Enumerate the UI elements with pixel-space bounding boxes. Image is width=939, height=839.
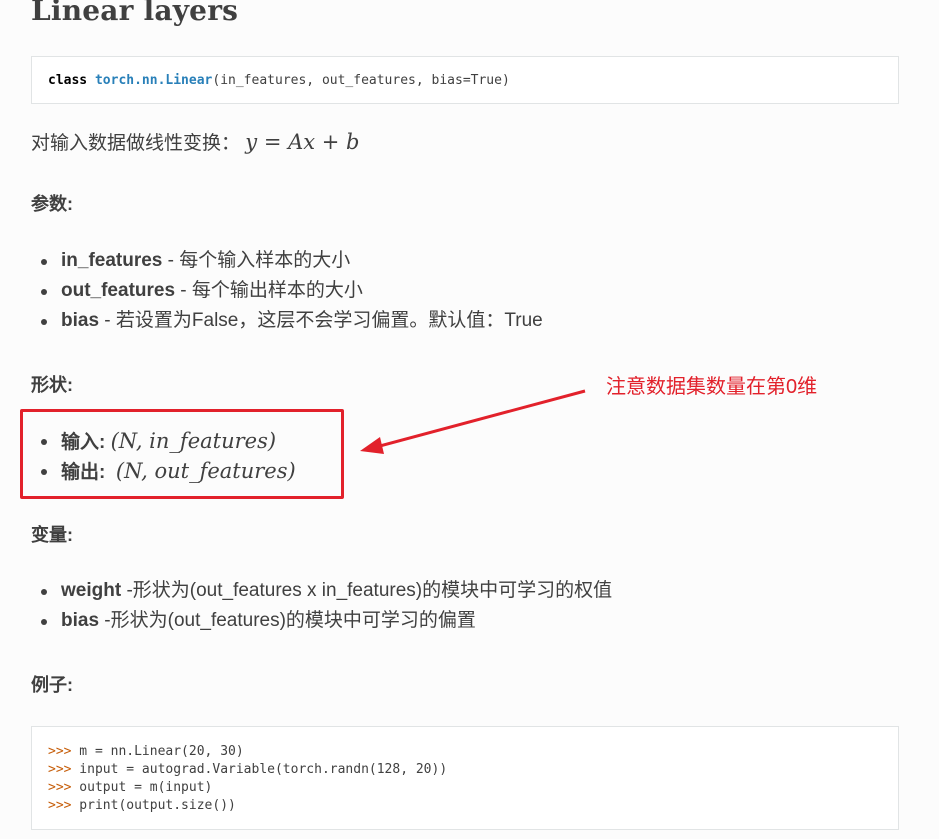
description: 对输入数据做线性变换： y = Ax + b xyxy=(31,128,360,155)
arrow-shaft xyxy=(375,389,586,449)
code-text: print(output.size()) xyxy=(71,798,236,813)
variable-name: bias xyxy=(61,610,100,631)
variables-list: weight -形状为(out_features x in_features)的… xyxy=(31,576,612,636)
param-name: in_features xyxy=(61,250,163,271)
variable-desc: -形状为(out_features x in_features)的模块中可学习的… xyxy=(121,580,613,601)
variable-name: weight xyxy=(61,580,122,601)
page-title: Linear layers xyxy=(31,0,239,27)
code-text: m = nn.Linear(20, 30) xyxy=(71,744,244,759)
list-item: weight -形状为(out_features x in_features)的… xyxy=(31,576,612,606)
code-line: >>> output = m(input) xyxy=(48,779,882,797)
class-signature: class torch.nn.Linear(in_features, out_f… xyxy=(31,56,899,104)
signature-name: torch.nn.Linear xyxy=(94,73,213,88)
param-name: bias xyxy=(61,310,100,331)
params-heading: 参数: xyxy=(31,194,73,214)
param-desc: - 每个输入样本的大小 xyxy=(162,250,351,271)
param-name: out_features xyxy=(61,280,176,301)
highlight-box xyxy=(20,409,344,499)
code-prompt: >>> xyxy=(48,744,72,759)
description-text: 对输入数据做线性变换： xyxy=(31,133,241,154)
description-formula: y = Ax + b xyxy=(245,130,360,154)
signature-keyword: class xyxy=(48,73,88,88)
example-heading: 例子: xyxy=(31,675,73,695)
code-text: input = autograd.Variable(torch.randn(12… xyxy=(71,762,448,777)
code-line: >>> input = autograd.Variable(torch.rand… xyxy=(48,761,882,779)
code-line: >>> print(output.size()) xyxy=(48,797,882,815)
code-line: >>> m = nn.Linear(20, 30) xyxy=(48,743,882,761)
vars-heading: 变量: xyxy=(31,525,73,545)
code-prompt: >>> xyxy=(48,798,72,813)
param-desc: - 每个输出样本的大小 xyxy=(175,280,363,301)
signature-params: (in_features, out_features, bias=True) xyxy=(212,73,510,88)
list-item: out_features - 每个输出样本的大小 xyxy=(31,276,543,306)
code-text: output = m(input) xyxy=(71,780,213,795)
list-item: in_features - 每个输入样本的大小 xyxy=(31,246,543,276)
list-item: bias - 若设置为False，这层不会学习偏置。默认值：True xyxy=(31,306,543,336)
variable-desc: -形状为(out_features)的模块中可学习的偏置 xyxy=(99,610,476,631)
code-prompt: >>> xyxy=(48,780,72,795)
shape-heading: 形状: xyxy=(31,375,73,395)
list-item: bias -形状为(out_features)的模块中可学习的偏置 xyxy=(31,606,612,636)
param-desc: - 若设置为False，这层不会学习偏置。默认值：True xyxy=(99,310,543,331)
arrow-head xyxy=(360,437,384,454)
code-example: >>> m = nn.Linear(20, 30) >>> input = au… xyxy=(31,726,899,830)
annotation-note: 注意数据集数量在第0维 xyxy=(606,376,818,398)
params-list: in_features - 每个输入样本的大小 out_features - 每… xyxy=(31,246,543,336)
code-prompt: >>> xyxy=(48,762,72,777)
